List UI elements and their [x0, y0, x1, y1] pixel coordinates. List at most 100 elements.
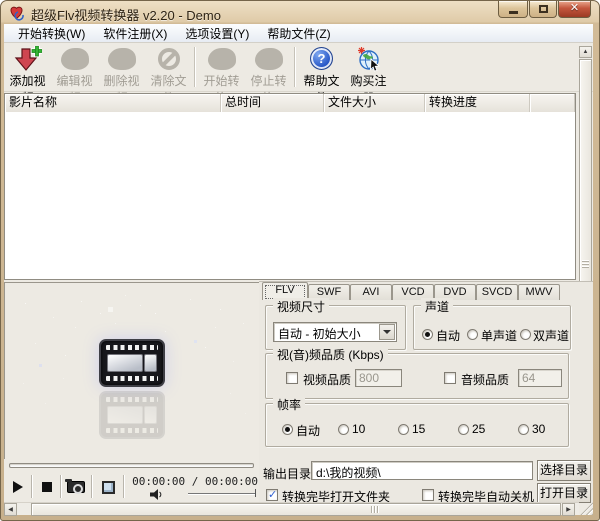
column-header-empty[interactable] [530, 94, 575, 112]
output-dir-label: 输出目录: [263, 465, 314, 482]
help-icon: ? [310, 47, 333, 70]
add-video-icon [14, 46, 42, 72]
stop-convert-button[interactable]: 停止转换 [245, 45, 292, 91]
title-bar[interactable]: 超级Flv视频转换器 v2.20 - Demo ✕ [1, 1, 600, 24]
radio-label[interactable]: 30 [532, 422, 545, 436]
radio-label[interactable]: 自动 [436, 327, 460, 344]
column-header-progress[interactable]: 转换进度 [425, 94, 530, 112]
radio-label[interactable]: 10 [352, 422, 365, 436]
clear-files-button[interactable]: 清除文件 [145, 45, 192, 91]
snapshot-button[interactable] [64, 475, 88, 499]
group-label: 帧率 [273, 396, 305, 413]
add-video-button[interactable]: 添加视频 [4, 45, 51, 91]
horizontal-scrollbar-grip [371, 506, 380, 513]
delete-video-icon [108, 48, 136, 70]
audio-quality-input[interactable]: 64 [518, 369, 562, 387]
menu-help[interactable]: 帮助文件(Z) [258, 23, 339, 44]
start-convert-icon [208, 48, 236, 70]
buy-register-button[interactable]: 购买注册 [345, 45, 392, 91]
radio-label[interactable]: 15 [412, 422, 425, 436]
video-size-select[interactable]: 自动 - 初始大小 [273, 322, 397, 342]
close-button[interactable]: ✕ [558, 1, 591, 18]
edit-video-button[interactable]: 编辑视频 [51, 45, 98, 91]
group-label: 视(音)频品质 (Kbps) [273, 346, 388, 363]
seek-bar[interactable] [4, 459, 259, 472]
delete-video-button[interactable]: 删除视频 [98, 45, 145, 91]
speaker-icon[interactable] [150, 489, 163, 500]
maximize-button[interactable] [529, 1, 557, 18]
horizontal-scrollbar-thumb[interactable] [31, 503, 561, 516]
radio-label[interactable]: 25 [472, 422, 485, 436]
vertical-scrollbar[interactable]: ▲ [579, 46, 592, 292]
video-preview[interactable] [4, 282, 259, 459]
player-controls: 00:00:00 / 00:00:00 [4, 472, 259, 502]
play-icon [13, 481, 23, 493]
checkbox-label[interactable]: 视频品质 [303, 371, 351, 388]
toolbar-separator [294, 47, 296, 87]
edit-video-icon [61, 48, 89, 70]
horizontal-scrollbar[interactable]: ◀ ▶ [4, 502, 579, 515]
toolbar: 添加视频 编辑视频 删除视频 清除文件 开始转换 停止转换 ? 帮助文件 [4, 43, 593, 92]
vertical-scrollbar-thumb[interactable] [579, 59, 592, 288]
fullscreen-button[interactable] [96, 475, 120, 499]
app-icon [8, 4, 25, 21]
tab-avi[interactable]: AVI [350, 284, 392, 300]
checkbox-open-folder-after[interactable] [266, 489, 278, 501]
radio-fps-10[interactable] [338, 424, 349, 435]
film-strip-icon [99, 339, 165, 387]
radio-channel-stereo[interactable] [520, 329, 531, 340]
radio-fps-30[interactable] [518, 424, 529, 435]
dropdown-button[interactable] [379, 324, 395, 340]
scroll-left-arrow[interactable]: ◀ [4, 503, 17, 516]
radio-label[interactable]: 单声道 [481, 327, 517, 344]
start-convert-button[interactable]: 开始转换 [198, 45, 245, 91]
video-size-value: 自动 - 初始大小 [278, 325, 361, 342]
video-quality-input[interactable]: 800 [355, 369, 402, 387]
close-icon: ✕ [570, 2, 579, 14]
scroll-up-arrow[interactable]: ▲ [579, 46, 592, 58]
group-label: 视频尺寸 [273, 298, 329, 315]
app-window: 超级Flv视频转换器 v2.20 - Demo ✕ 开始转换(W) 软件注册(X… [0, 0, 600, 521]
scroll-right-arrow[interactable]: ▶ [562, 503, 575, 516]
file-list-header: 影片名称 总时间 文件大小 转换进度 [5, 94, 575, 112]
column-header-file-size[interactable]: 文件大小 [324, 94, 425, 112]
column-header-total-time[interactable]: 总时间 [221, 94, 324, 112]
buy-register-icon [356, 46, 382, 72]
file-list[interactable]: 影片名称 总时间 文件大小 转换进度 [4, 93, 576, 280]
column-header-movie-name[interactable]: 影片名称 [5, 94, 221, 112]
output-dir-input[interactable]: d:\我的视频\ [311, 461, 533, 480]
help-file-button[interactable]: ? 帮助文件 [298, 45, 345, 91]
checkbox-label[interactable]: 音频品质 [461, 371, 509, 388]
scroll-down-arrow[interactable]: ▼ [582, 488, 589, 495]
radio-fps-15[interactable] [398, 424, 409, 435]
checkbox-video-quality[interactable] [286, 372, 298, 384]
maximize-icon [539, 5, 548, 13]
control-separator [60, 475, 61, 498]
volume-slider[interactable] [188, 489, 256, 499]
menu-start-convert[interactable]: 开始转换(W) [9, 23, 94, 44]
checkbox-shutdown-after[interactable] [422, 489, 434, 501]
camera-icon [67, 481, 85, 493]
radio-label[interactable]: 自动 [296, 422, 320, 439]
window-title: 超级Flv视频转换器 v2.20 - Demo [31, 5, 221, 24]
radio-fps-25[interactable] [458, 424, 469, 435]
minimize-button[interactable] [498, 1, 528, 18]
tab-mwv[interactable]: MWV [518, 284, 560, 300]
radio-label[interactable]: 双声道 [533, 327, 569, 344]
toolbar-separator [194, 47, 196, 87]
checkbox-audio-quality[interactable] [444, 372, 456, 384]
frame-icon [102, 481, 115, 494]
seek-track[interactable] [9, 463, 254, 468]
choose-dir-button[interactable]: 选择目录 [537, 460, 591, 481]
menu-options[interactable]: 选项设置(Y) [176, 23, 258, 44]
tab-svcd[interactable]: SVCD [476, 284, 518, 300]
radio-channel-auto[interactable] [422, 329, 433, 340]
control-separator [31, 475, 32, 498]
play-button[interactable] [8, 475, 28, 499]
stop-button[interactable] [36, 475, 58, 499]
control-separator [123, 475, 124, 498]
menu-register[interactable]: 软件注册(X) [94, 23, 176, 44]
radio-channel-mono[interactable] [467, 329, 478, 340]
chevron-down-icon [383, 330, 391, 334]
radio-fps-auto[interactable] [282, 424, 293, 435]
